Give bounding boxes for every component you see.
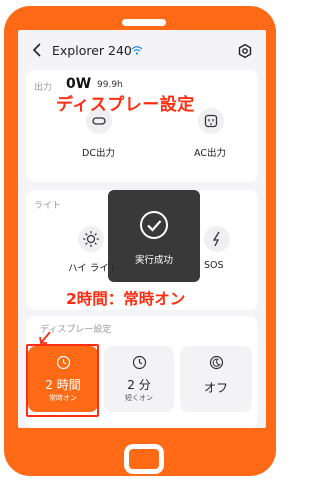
display-off-main: オフ xyxy=(203,381,228,395)
phone-speaker xyxy=(122,19,166,26)
phone-home-button[interactable] xyxy=(124,444,164,474)
output-card: 出力 0W 99.9h DC出力 AC出力 xyxy=(26,70,258,182)
display-off-button[interactable]: オフ xyxy=(180,346,252,412)
highlight-box xyxy=(26,344,99,417)
gear-icon[interactable] xyxy=(238,44,252,58)
output-section-label: 出力 xyxy=(34,83,53,93)
ac-output-label: AC出力 xyxy=(194,148,226,159)
clock-icon xyxy=(132,355,146,370)
remaining-time: 99.9h xyxy=(97,80,123,90)
light-bulb-icon xyxy=(83,231,99,247)
display-2min-button[interactable]: 2 分 短くオン xyxy=(104,346,174,412)
app-header: Explorer 240 xyxy=(18,30,266,70)
dc-output-label: DC出力 xyxy=(82,148,115,159)
ac-output-button[interactable] xyxy=(198,108,224,134)
toast-text: 実行成功 xyxy=(134,255,173,266)
check-circle-icon xyxy=(140,211,168,239)
sos-icon xyxy=(212,231,220,247)
app-title: Explorer 240 xyxy=(52,43,132,58)
back-icon[interactable] xyxy=(30,42,44,58)
moon-icon xyxy=(209,355,223,370)
sos-label: SOS xyxy=(204,260,224,271)
stage: Explorer 240 出力 0W 99.9h DC出力 AC出力 ライト ハ… xyxy=(0,0,280,480)
light-high-button[interactable] xyxy=(78,226,104,252)
sos-button[interactable] xyxy=(204,226,230,252)
annotation-caption: 2時間：常時オン xyxy=(66,290,186,308)
success-toast: 実行成功 xyxy=(108,190,200,282)
ac-outlet-icon xyxy=(204,114,218,128)
light-section-label: ライト xyxy=(34,201,62,211)
annotation-title: ディスプレー設定 xyxy=(56,95,195,115)
wifi-icon xyxy=(131,46,143,55)
app-screen: Explorer 240 出力 0W 99.9h DC出力 AC出力 ライト ハ… xyxy=(18,30,266,428)
display-2min-main: 2 分 xyxy=(127,378,151,392)
display-2min-sub: 短くオン xyxy=(125,394,153,402)
